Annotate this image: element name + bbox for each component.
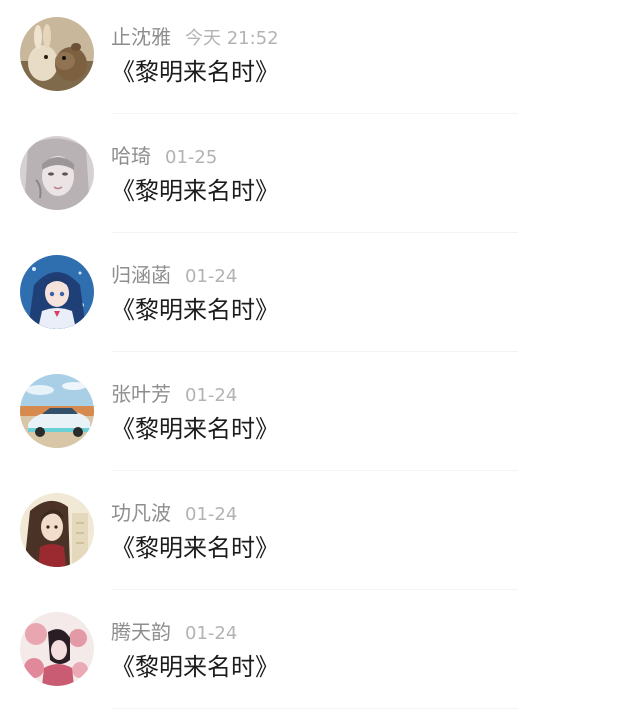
comment-time: 今天 21:52 [185,28,279,49]
divider [111,589,518,590]
comment-meta: 归涵菡 01-24 [111,261,237,289]
comment-time: 01-24 [185,623,238,644]
comment-meta: 止沈雅 今天 21:52 [111,23,279,51]
username[interactable]: 归涵菡 [111,263,171,287]
comment-item[interactable]: 腾天韵 01-24 《黎明来名时》 [0,595,640,714]
sketch-girl-avatar-icon[interactable] [20,136,94,210]
comment-time: 01-24 [185,385,238,406]
comment-item[interactable]: 哈琦 01-25 《黎明来名时》 [0,119,640,238]
username[interactable]: 功凡波 [111,501,171,525]
anime-girl-avatar-icon[interactable] [20,255,94,329]
pink-art-avatar-icon[interactable] [20,612,94,686]
comment-meta: 功凡波 01-24 [111,499,237,527]
divider [111,113,518,114]
username[interactable]: 哈琦 [111,144,151,168]
rabbit-avatar-icon[interactable] [20,17,94,91]
long-hair-girl-avatar-icon[interactable] [20,493,94,567]
divider [111,470,518,471]
comment-item[interactable]: 张叶芳 01-24 《黎明来名时》 [0,357,640,476]
comment-text: 《黎明来名时》 [111,653,279,681]
comment-time: 01-25 [165,147,218,168]
comment-item[interactable]: 功凡波 01-24 《黎明来名时》 [0,476,640,595]
divider [111,351,518,352]
car-avatar-icon[interactable] [20,374,94,448]
comment-text: 《黎明来名时》 [111,296,279,324]
comment-time: 01-24 [185,504,238,525]
comment-time: 01-24 [185,266,238,287]
comment-text: 《黎明来名时》 [111,534,279,562]
comment-text: 《黎明来名时》 [111,177,279,205]
comment-text: 《黎明来名时》 [111,58,279,86]
username[interactable]: 腾天韵 [111,620,171,644]
comment-meta: 张叶芳 01-24 [111,380,237,408]
comment-meta: 腾天韵 01-24 [111,618,237,646]
username[interactable]: 止沈雅 [111,25,171,49]
comment-list: 止沈雅 今天 21:52 《黎明来名时》 哈琦 01-25 《黎明来名时》 归涵… [0,0,640,715]
divider [111,708,518,709]
comment-item[interactable]: 归涵菡 01-24 《黎明来名时》 [0,238,640,357]
comment-meta: 哈琦 01-25 [111,142,217,170]
comment-text: 《黎明来名时》 [111,415,279,443]
username[interactable]: 张叶芳 [111,382,171,406]
comment-item[interactable]: 止沈雅 今天 21:52 《黎明来名时》 [0,0,640,119]
divider [111,232,518,233]
